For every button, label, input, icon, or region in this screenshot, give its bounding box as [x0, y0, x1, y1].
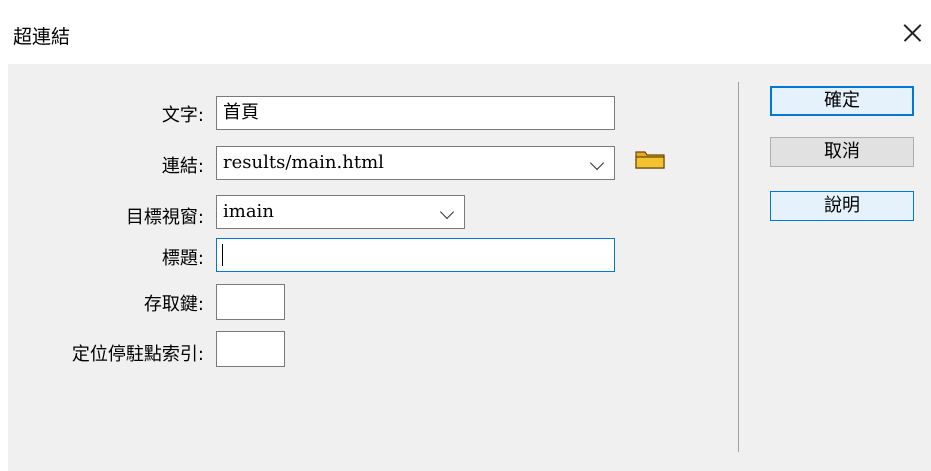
tab-index-field[interactable] [216, 331, 285, 367]
vertical-divider [738, 82, 739, 452]
title-label: 標題: [161, 248, 204, 269]
title-bar: 超連結 [0, 0, 931, 64]
chevron-down-icon[interactable] [439, 204, 455, 220]
access-key-label: 存取鍵: [143, 294, 204, 315]
link-value: results/main.html [223, 152, 384, 173]
folder-icon[interactable] [633, 148, 667, 170]
chevron-down-icon[interactable] [589, 155, 605, 171]
target-value: imain [223, 201, 274, 222]
tab-index-label: 定位停駐點索引: [71, 344, 204, 365]
text-label: 文字: [161, 105, 204, 126]
target-label: 目標視窗: [125, 207, 204, 228]
title-field[interactable] [216, 238, 615, 272]
link-label: 連結: [161, 156, 204, 177]
ok-button[interactable]: 確定 [770, 86, 914, 116]
help-button[interactable]: 說明 [770, 191, 914, 221]
target-combobox[interactable]: imain [216, 195, 465, 229]
cancel-button[interactable]: 取消 [770, 137, 914, 167]
link-combobox[interactable]: results/main.html [216, 146, 615, 180]
access-key-field[interactable] [216, 284, 285, 320]
text-caret [222, 244, 224, 266]
text-field[interactable]: 首頁 [216, 96, 615, 130]
close-icon[interactable] [896, 16, 930, 50]
dialog-title: 超連結 [13, 26, 71, 48]
